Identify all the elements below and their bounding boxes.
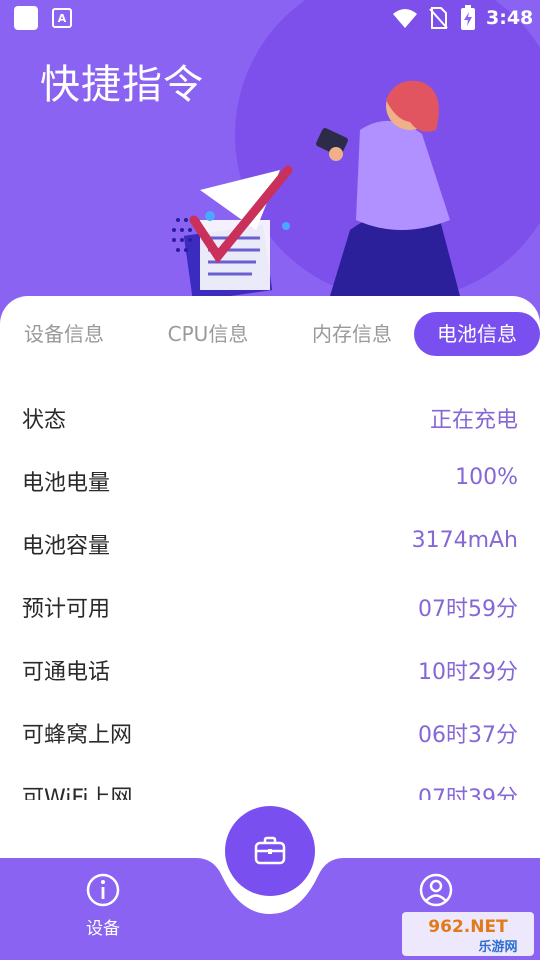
toolbox-icon bbox=[254, 836, 286, 865]
toolbox-button[interactable] bbox=[225, 806, 315, 896]
tab-device-info[interactable]: 设备信息 bbox=[14, 312, 114, 356]
info-label: 电池电量 bbox=[22, 471, 111, 496]
info-row-battery-capacity: 电池容量 3174mAh bbox=[0, 514, 540, 577]
tab-bar: 设备信息 CPU信息 内存信息 电池信息 bbox=[0, 312, 540, 356]
status-time: 3:48 bbox=[486, 7, 534, 29]
tab-memory-info[interactable]: 内存信息 bbox=[300, 312, 404, 356]
user-icon bbox=[419, 873, 453, 907]
nav-device[interactable]: 设备 bbox=[63, 872, 143, 939]
info-row-estimated-use: 预计可用 07时59分 bbox=[0, 577, 540, 640]
nav-device-label: 设备 bbox=[86, 919, 120, 939]
info-value: 07时39分 bbox=[418, 786, 518, 800]
info-row-talk-time: 可通电话 10时29分 bbox=[0, 640, 540, 703]
tab-cpu-info[interactable]: CPU信息 bbox=[156, 312, 260, 356]
content-card: 设备信息 CPU信息 内存信息 电池信息 状态 正在充电 电池电量 100% 电… bbox=[0, 296, 540, 866]
info-row-battery-level: 电池电量 100% bbox=[0, 451, 540, 514]
info-label: 预计可用 bbox=[22, 597, 111, 622]
info-value: 07时59分 bbox=[418, 597, 518, 622]
battery-charging-icon bbox=[461, 5, 475, 30]
info-label: 可WiFi上网 bbox=[22, 786, 133, 800]
page-title: 快捷指令 bbox=[40, 62, 204, 108]
a-badge-icon: A bbox=[52, 8, 72, 28]
header-banner: A 3:48 快捷指令 bbox=[0, 0, 540, 330]
watermark-bottom: 乐游网 bbox=[478, 939, 517, 955]
tab-battery-info[interactable]: 电池信息 bbox=[414, 312, 540, 356]
info-value: 06时37分 bbox=[418, 723, 518, 748]
watermark-logo: 962.NET 乐游网 bbox=[402, 912, 534, 956]
svg-text:A: A bbox=[58, 12, 67, 25]
status-bar: A 3:48 bbox=[0, 0, 540, 36]
info-label: 电池容量 bbox=[22, 534, 111, 559]
info-value: 10时29分 bbox=[418, 660, 518, 685]
battery-info-list: 状态 正在充电 电池电量 100% 电池容量 3174mAh 预计可用 07时5… bbox=[0, 388, 540, 800]
info-row-cellular-time: 可蜂窝上网 06时37分 bbox=[0, 703, 540, 766]
info-value: 3174mAh bbox=[411, 528, 518, 553]
info-icon bbox=[86, 873, 120, 907]
no-sim-icon bbox=[429, 7, 448, 29]
info-label: 状态 bbox=[22, 408, 67, 433]
info-label: 可通电话 bbox=[22, 660, 111, 685]
info-row-wifi-time: 可WiFi上网 07时39分 bbox=[0, 766, 540, 800]
info-label: 可蜂窝上网 bbox=[22, 723, 133, 748]
info-value: 正在充电 bbox=[429, 408, 518, 433]
watermark-top: 962.NET bbox=[428, 917, 508, 937]
header-illustration bbox=[172, 80, 460, 300]
info-value: 100% bbox=[455, 465, 518, 490]
app-square-icon bbox=[14, 6, 38, 30]
wifi-icon bbox=[393, 9, 417, 28]
nav-user[interactable] bbox=[396, 872, 476, 914]
info-row-status: 状态 正在充电 bbox=[0, 388, 540, 451]
